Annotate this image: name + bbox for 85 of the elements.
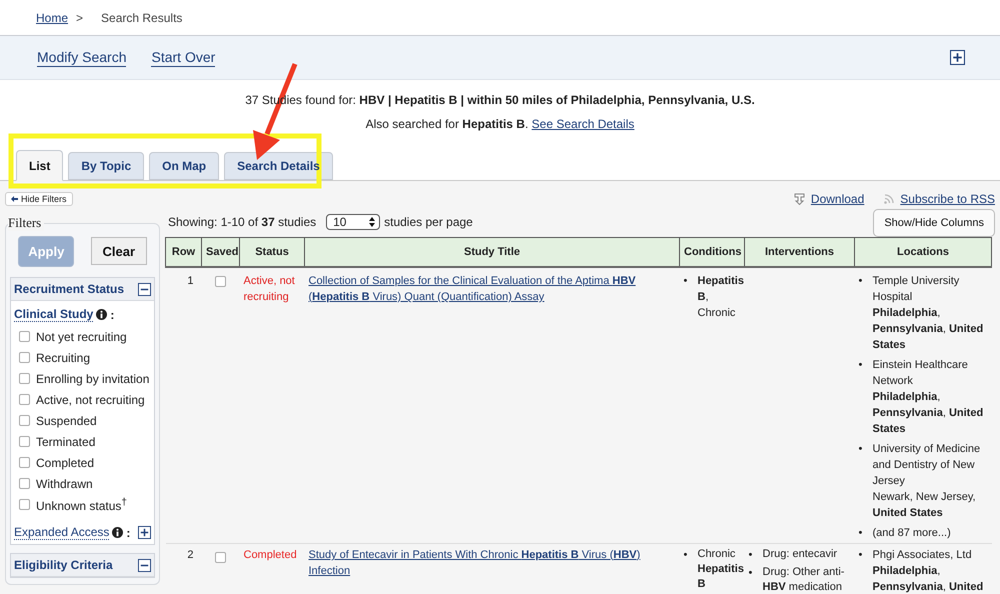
clear-button[interactable]: Clear [90, 237, 147, 265]
save-checkbox[interactable] [215, 276, 226, 287]
left-arrow-icon [11, 196, 18, 202]
list-bullet: • [858, 526, 864, 541]
column-header[interactable]: Saved [202, 238, 240, 267]
list-bullet: • [858, 548, 864, 563]
breadcrumb-current: Search Results [101, 10, 182, 24]
tab[interactable]: By Topic [68, 152, 144, 180]
checkbox[interactable] [19, 331, 30, 342]
checkbox[interactable] [19, 394, 30, 405]
search-details-link[interactable]: See Search Details [532, 117, 634, 131]
colon-text: : [110, 308, 114, 322]
location-item: (and 87 more...) [872, 526, 951, 541]
checkbox-label: Active, not recruiting [36, 392, 145, 406]
tab[interactable]: List [16, 150, 64, 181]
location-item: University of Medicine and Dentistry of New Jersey Newark, New Jersey, United States [872, 442, 982, 521]
location-item: Temple University Hospital Philadelphia, Pennsylvania, United States [872, 274, 984, 353]
study-title-link[interactable]: Collection of Samples for the Clinical Evaluation of the Aptima HBV (Hepatitis B Virus) Quant (Quantification) Assay [308, 273, 676, 305]
section-title: Eligibility Criteria [14, 558, 113, 572]
per-page-label: studies per page [384, 215, 473, 229]
checkbox[interactable] [19, 478, 30, 489]
also-searched-text: Also searched for Hepatitis B. [366, 117, 528, 131]
checkbox-label: Terminated [36, 434, 96, 448]
tab[interactable]: On Map [149, 152, 220, 180]
updown-icon [369, 217, 376, 227]
expand-icon[interactable] [138, 526, 151, 539]
status-text: Completed [244, 549, 297, 561]
intervention-item: Drug: entecavir [762, 547, 838, 562]
location-item: Einstein Healthcare Network Philadelphia, Pennsylvania, United States [872, 358, 984, 437]
list-bullet: • [858, 274, 864, 289]
list-bullet: • [858, 358, 864, 373]
download-link[interactable]: Download [810, 192, 864, 206]
checkbox-label: Unknown status$^{†}$ [36, 496, 127, 512]
column-header[interactable]: Interventions [744, 238, 854, 267]
checkbox-label: Recruiting [36, 350, 90, 364]
rss-icon [884, 194, 894, 204]
checkbox[interactable] [19, 436, 30, 447]
section-title: Recruitment Status [14, 282, 124, 296]
column-header[interactable]: Status [240, 238, 304, 267]
download-icon [794, 193, 805, 205]
info-icon[interactable] [112, 527, 124, 538]
study-title-link[interactable]: Study of Entecavir in Patients With Chronic Hepatitis B Virus (HBV) Infection [308, 547, 676, 579]
expanded-access-label[interactable]: Expanded Access [14, 525, 110, 540]
info-icon[interactable] [96, 309, 108, 320]
checkbox[interactable] [19, 373, 30, 384]
header-link[interactable]: Start Over [151, 48, 216, 66]
intervention-item: Drug: Other anti-HBV medication [762, 565, 846, 594]
checkbox[interactable] [19, 499, 30, 510]
colon-text: : [126, 526, 130, 540]
checkbox-label: Withdrawn [36, 476, 93, 490]
checkbox[interactable] [19, 457, 30, 468]
location-item: Phgi Associates, Ltd Philadelphia, Pennsylvania, United [872, 548, 984, 594]
collapse-icon[interactable] [138, 282, 151, 296]
show-hide-columns-button[interactable]: Show/Hide Columns [873, 209, 995, 237]
checkbox-label: Enrolling by invitation [36, 372, 150, 386]
list-bullet: • [684, 274, 688, 289]
column-header[interactable]: Conditions [680, 238, 744, 267]
expand-icon[interactable] [950, 50, 965, 65]
status-text: Active, not recruiting [244, 275, 295, 303]
hide-filters-button[interactable]: Hide Filters [5, 192, 73, 206]
breadcrumb-separator: > [76, 10, 84, 24]
condition-item: Chronic Hepatitis B [698, 547, 744, 592]
checkbox-label: Suspended [36, 414, 97, 428]
list-bullet: • [684, 548, 688, 563]
condition-item: Hepatitis B, Chronic [698, 274, 744, 321]
per-page-select[interactable]: 10 [326, 214, 380, 230]
checkbox-label: Completed [36, 456, 94, 470]
header-link[interactable]: Modify Search [37, 48, 126, 66]
collapse-icon[interactable] [138, 558, 151, 572]
column-header[interactable]: Locations [854, 238, 992, 267]
list-bullet: • [748, 548, 754, 563]
row-number: 2 [187, 548, 194, 563]
checkbox[interactable] [19, 352, 30, 363]
checkbox[interactable] [19, 415, 30, 426]
paging-text: Showing: 1-10 of 37 studies [168, 215, 316, 229]
group-label[interactable]: Clinical Study [14, 307, 94, 322]
row-number: 1 [187, 274, 194, 289]
rss-link[interactable]: Subscribe to RSS [900, 192, 995, 206]
list-bullet: • [858, 442, 864, 457]
save-checkbox[interactable] [215, 552, 226, 563]
home-link[interactable]: Home [36, 10, 68, 24]
list-bullet: • [748, 566, 754, 581]
checkbox-label: Not yet recruiting [36, 330, 127, 344]
column-header[interactable]: Study Title [304, 238, 680, 267]
column-header[interactable]: Row [166, 238, 202, 267]
